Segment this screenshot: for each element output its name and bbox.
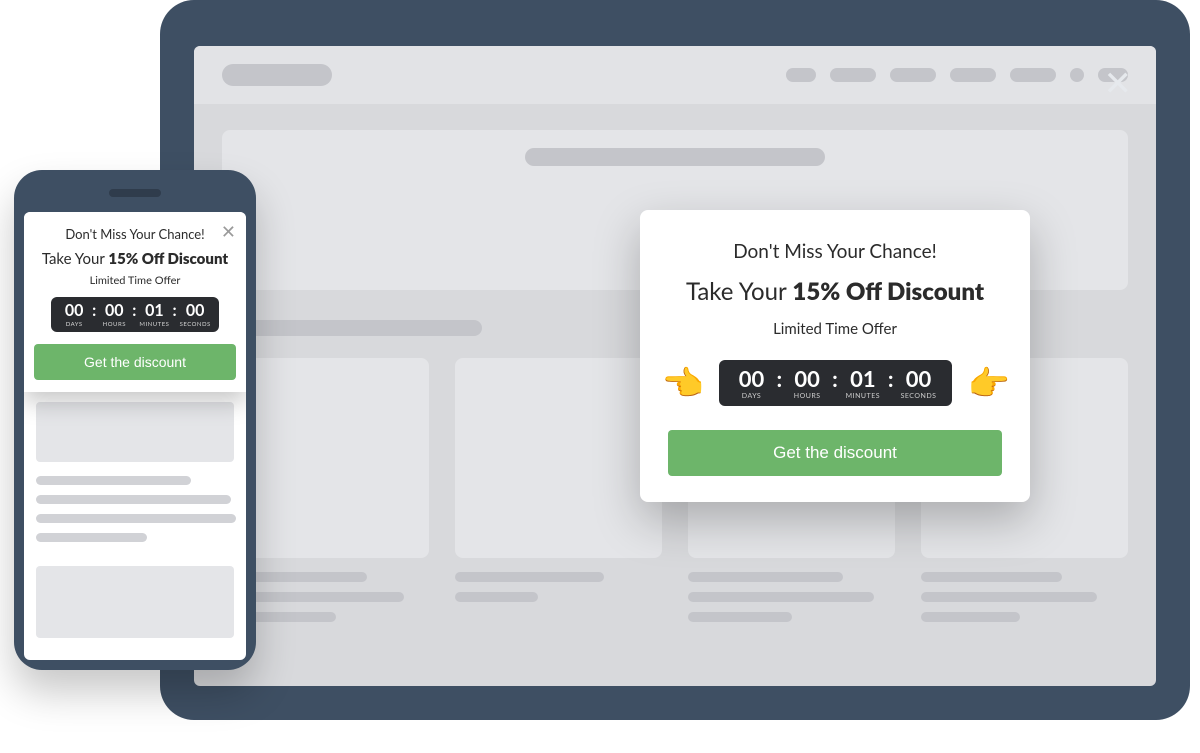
popup-headline: Take Your 15% Off Discount <box>34 250 236 268</box>
countdown-minutes-label: MINUTES <box>846 392 880 400</box>
skeleton-nav <box>786 68 1128 82</box>
countdown-days-value: 00 <box>739 368 765 390</box>
popup-title: Don't Miss Your Chance! <box>34 226 236 242</box>
popup-headline-prefix: Take Your <box>42 250 109 268</box>
countdown-days: 00 DAYS <box>59 303 89 328</box>
mobile-speaker <box>109 189 161 197</box>
countdown-hours-value: 00 <box>794 368 820 390</box>
countdown-seconds-label: SECONDS <box>901 392 937 400</box>
get-discount-button[interactable]: Get the discount <box>34 344 236 380</box>
discount-popup-mobile: ✕ Don't Miss Your Chance! Take Your 15% … <box>24 212 246 392</box>
countdown-seconds-value: 00 <box>906 368 932 390</box>
skeleton-logo <box>222 64 332 86</box>
countdown-seconds: 00 SECONDS <box>180 303 211 328</box>
mobile-device-frame: ✕ Don't Miss Your Chance! Take Your 15% … <box>14 170 256 670</box>
get-discount-button[interactable]: Get the discount <box>668 430 1002 476</box>
close-icon[interactable]: ✕ <box>221 222 236 240</box>
popup-headline-prefix: Take Your <box>686 277 792 306</box>
countdown-seconds: 00 SECONDS <box>900 368 938 400</box>
close-icon[interactable]: ✕ <box>1104 66 1133 100</box>
countdown-days: 00 DAYS <box>733 368 771 400</box>
skeleton-card <box>455 358 662 632</box>
countdown-hours-label: HOURS <box>794 392 821 400</box>
countdown-minutes: 01 MINUTES <box>844 368 882 400</box>
countdown-timer: 00 DAYS : 00 HOURS : 01 MINUTES : <box>51 297 219 332</box>
popup-subtext: Limited Time Offer <box>34 274 236 287</box>
skeleton-card <box>36 402 234 462</box>
popup-title: Don't Miss Your Chance! <box>668 240 1002 263</box>
skeleton-section-title <box>222 320 482 336</box>
countdown-row: 👉 00 DAYS : 00 HOURS : 01 MINUTES : <box>668 360 1002 406</box>
countdown-hours: 00 HOURS <box>99 303 129 328</box>
countdown-minutes: 01 MINUTES <box>139 303 169 328</box>
countdown-minutes-value: 01 <box>850 368 876 390</box>
pointing-hand-right-icon: 👉 <box>968 366 1008 400</box>
skeleton-card <box>36 566 234 638</box>
pointing-hand-left-icon: 👉 <box>663 366 703 400</box>
popup-subtext: Limited Time Offer <box>668 320 1002 338</box>
countdown-days-label: DAYS <box>742 392 761 400</box>
discount-popup: Don't Miss Your Chance! Take Your 15% Of… <box>640 210 1030 502</box>
mobile-screen: ✕ Don't Miss Your Chance! Take Your 15% … <box>24 212 246 660</box>
countdown-row: 00 DAYS : 00 HOURS : 01 MINUTES : <box>34 297 236 332</box>
countdown-timer: 00 DAYS : 00 HOURS : 01 MINUTES : 00 SEC… <box>719 360 952 406</box>
popup-headline: Take Your 15% Off Discount <box>668 277 1002 306</box>
desktop-device-frame: ✕ <box>160 0 1190 720</box>
countdown-hours: 00 HOURS <box>788 368 826 400</box>
popup-headline-bold: 15% Off Discount <box>108 250 228 268</box>
skeleton-topbar <box>194 46 1156 104</box>
popup-headline-bold: 15% Off Discount <box>792 277 984 306</box>
